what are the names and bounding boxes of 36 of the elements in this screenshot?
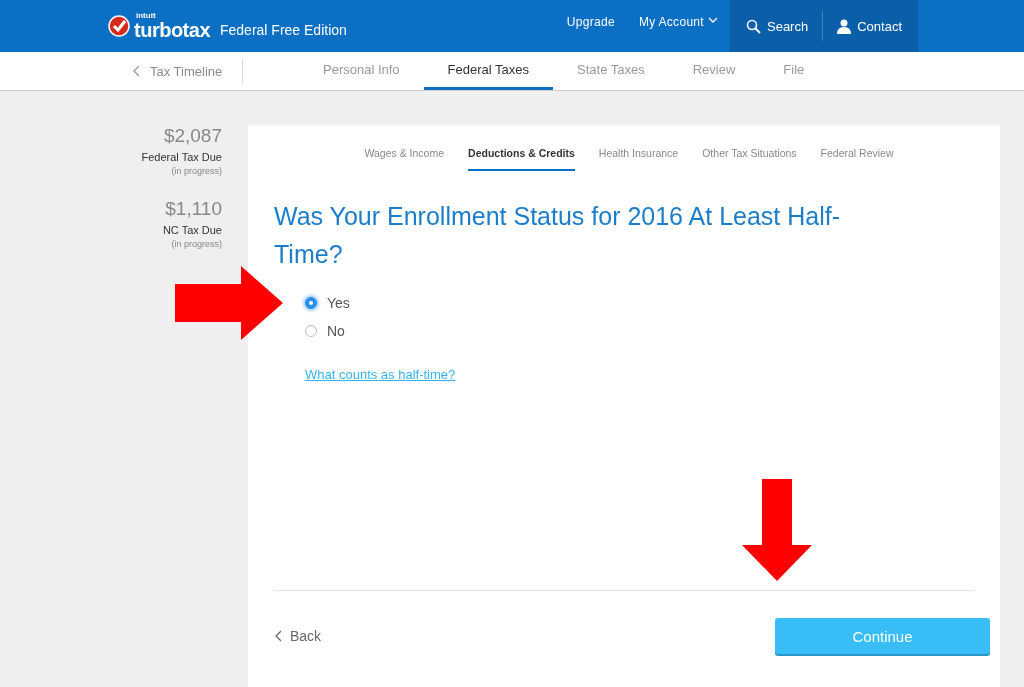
section-tab[interactable]: File [759, 52, 829, 90]
chevron-left-icon [274, 630, 284, 642]
radio-option[interactable]: Yes [305, 295, 1000, 311]
contact-button[interactable]: Contact [823, 10, 916, 42]
upgrade-link[interactable]: Upgrade [554, 0, 627, 44]
continue-button[interactable]: Continue [775, 618, 990, 654]
back-button[interactable]: Back [274, 628, 322, 644]
tax-due-label: Federal Tax Due [141, 151, 222, 163]
section-tab[interactable]: Personal Info [299, 52, 424, 90]
help-link[interactable]: What counts as half-time? [305, 367, 456, 382]
edition-name: Federal Free Edition [220, 22, 347, 38]
tax-amount: $2,087 [163, 125, 222, 147]
step-tab[interactable]: Other Tax Situations [702, 145, 797, 171]
chevron-left-icon [132, 65, 142, 77]
search-button[interactable]: Search [732, 10, 823, 42]
search-icon [746, 18, 761, 34]
progress-note: (in progress) [171, 239, 222, 249]
step-tab[interactable]: Health Insurance [598, 145, 679, 171]
tax-timeline-link[interactable]: Tax Timeline [132, 58, 243, 84]
checkmark-logo-icon [108, 15, 130, 37]
radio-option[interactable]: No [305, 323, 1000, 339]
radio-circle[interactable] [305, 297, 317, 309]
person-icon [837, 18, 852, 34]
section-tab[interactable]: Review [668, 52, 760, 90]
question-title: Was Your Enrollment Status for 2016 At Least Half-Time? [274, 201, 842, 270]
intuit-logo-text: intuit [136, 12, 157, 20]
step-tab[interactable]: Federal Review [820, 145, 894, 171]
section-tab[interactable]: Federal Taxes [423, 52, 554, 90]
turbotax-logo-text: turbotax [134, 20, 210, 40]
progress-note: (in progress) [171, 166, 222, 176]
tax-amount: $1,110 [165, 198, 222, 220]
step-tab[interactable]: Deductions & Credits [468, 145, 575, 171]
tax-due-label: NC Tax Due [162, 224, 222, 236]
step-tab[interactable]: Wages & Income [364, 145, 445, 171]
account-menu[interactable]: My Account [626, 0, 730, 44]
section-tab[interactable]: State Taxes [553, 52, 669, 90]
